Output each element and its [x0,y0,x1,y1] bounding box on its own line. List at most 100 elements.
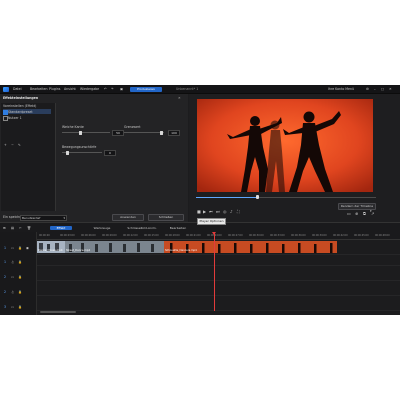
minimize-icon[interactable]: – [374,87,376,91]
account-menu[interactable]: Ihre Konto Menü [328,87,354,91]
param-label: Bewegungsunschärfe [62,145,97,149]
preview-mode-icon[interactable]: ▭ [347,211,351,216]
play-icon[interactable]: ▶ [203,209,206,214]
param-value[interactable]: 50 [112,130,124,136]
menu-plugins[interactable]: Plugins [49,87,60,91]
param-label: Weiche Kante [62,125,84,129]
track-header: 1 ♫ 🔒 [0,257,36,267]
scrubber-handle[interactable] [256,195,259,199]
redo-icon[interactable]: ↷ [111,87,114,91]
video-track-row [37,270,400,281]
add-preset-icon[interactable]: + [4,143,7,147]
eye-icon[interactable]: ◉ [26,246,29,250]
delete-icon[interactable]: 🗑 [27,226,31,230]
ruler-tick: 00:00:36:00 [291,234,306,237]
volume-icon[interactable]: ♪ [230,209,233,214]
import-icon[interactable]: ⊞ [3,226,6,230]
param-slider-knob[interactable] [79,130,82,135]
timeline-clip[interactable]: Silhouette_Dancers.mp4 [164,241,337,253]
track-header: 2 ♫ 🔒 [0,287,36,297]
prev-frame-icon[interactable]: ⏮ [209,209,213,214]
param-slider-knob[interactable] [66,150,69,155]
presets-heading: Voreinstellen (Effekt) [3,104,37,108]
param-slider-knob[interactable] [160,130,163,135]
save-as-select[interactable]: Benutzerdef ▾ [20,215,67,221]
close-icon[interactable]: ✕ [178,96,181,100]
audio-track-row [37,255,400,266]
popout-icon[interactable]: ↗ [371,211,374,216]
ruler-tick: 00:00:09:00 [102,234,117,237]
track-number: 2 [4,275,7,279]
keyframe-button[interactable]: Schlüsselbild-Anim. [122,226,162,231]
ruler-tick: 00:00:39:00 [312,234,327,237]
remove-preset-icon[interactable]: − [11,143,14,147]
lock-icon[interactable]: 🔒 [18,305,22,309]
ruler-tick: 00:00:06:00 [81,234,96,237]
timeline-clip[interactable]: Street_Dance.mp4 [65,241,164,253]
zoom-icon[interactable]: ⊕ [355,211,358,216]
lock-icon[interactable]: 🔒 [18,275,22,279]
timeline-scrollbar[interactable] [40,311,76,313]
clip-caption: Dance_Moves.mp4 [38,249,63,252]
preset-label: Standardpreset [8,109,33,114]
save-icon[interactable]: ▣ [120,87,123,91]
ruler-tick: 00:00:12:00 [123,234,138,237]
ruler-tick: 00:00:15:00 [144,234,159,237]
ruler-tick: 00:00:18:00 [165,234,180,237]
ruler-tick: 00:00:21:00 [186,234,201,237]
settings-icon[interactable]: ⚙ [366,87,369,91]
video-track-icon: ▭ [11,246,15,250]
effect-button[interactable]: Effekt [50,225,72,230]
tools-button[interactable]: Werkzeuge [88,226,116,231]
rename-preset-icon[interactable]: ✎ [18,143,21,147]
project-title: Unbenannt* 1 [176,87,199,91]
effect-settings-panel: Effekteinstellungen ✕ Voreinstellen (Eff… [0,94,188,222]
maximize-icon[interactable]: □ [381,87,384,91]
ruler-tick: 00:00:45:00 [354,234,369,237]
param-slider-track[interactable] [124,132,164,133]
panel-title: Effekteinstellungen [3,96,39,100]
player-tooltip: Player Optionen [197,218,227,225]
lock-icon[interactable]: 🔒 [18,290,22,294]
scrubber-progress [196,197,258,198]
preset-label: Nutzer 1 [8,115,22,120]
next-frame-icon[interactable]: ⏭ [216,209,220,214]
split-icon[interactable]: ✂ [19,226,22,230]
close-button[interactable]: Schließen [148,214,184,221]
fullscreen-icon[interactable]: ⛶ [237,209,240,214]
timeline-ruler[interactable]: 00:00:00 00:00:03:00 00:00:06:00 00:00:0… [37,233,400,240]
timeline-clip[interactable]: Dance_Moves.mp4 [37,241,65,253]
menu-ansicht[interactable]: Ansicht [64,87,76,91]
menu-wiedergabe[interactable]: Wiedergabe [80,87,99,91]
video-preview[interactable] [197,99,373,192]
undock-icon[interactable]: ⧉ [363,211,366,216]
preset-list: Voreinstellen (Effekt) Standardpreset Nu… [1,103,56,211]
param-value[interactable]: 0 [104,150,116,156]
undo-icon[interactable]: ↶ [104,87,107,91]
lock-icon[interactable]: 🔒 [18,246,22,250]
track-headers: 1 ▭ 🔒 ◉ 1 ♫ 🔒 2 ▭ 🔒 2 ♫ 🔒 3 ▭ 🔒 [0,232,37,315]
edit-button[interactable]: Bearbeiten [166,226,190,231]
param-slider-track[interactable] [62,132,110,133]
close-window-icon[interactable]: ✕ [389,87,392,91]
menu-datei[interactable]: Datei [13,87,22,91]
stop-icon[interactable]: ■ [197,209,201,214]
track-number: 3 [4,305,7,309]
param-value[interactable]: 100 [168,130,180,136]
menu-bearbeiten[interactable]: Bearbeiten [30,87,48,91]
preset-item[interactable]: Standardpreset [3,109,51,115]
track-number: 1 [4,246,7,250]
track-header: 2 ▭ 🔒 [0,272,36,282]
video-track-icon: ▭ [11,305,15,309]
playhead-line[interactable] [214,233,215,311]
snapshot-icon[interactable]: ◎ [223,209,227,214]
produce-button[interactable]: Produzieren [130,86,162,92]
track-number: 2 [4,290,7,294]
lock-icon[interactable]: 🔒 [18,260,22,264]
apply-button[interactable]: Anwenden [112,214,144,221]
video-track-icon: ▭ [11,275,15,279]
preset-item[interactable]: Nutzer 1 [3,115,51,121]
storyboard-icon[interactable]: ▤ [11,226,14,230]
track-header: 3 ▭ 🔒 [0,302,36,312]
video-track-row [37,300,400,311]
